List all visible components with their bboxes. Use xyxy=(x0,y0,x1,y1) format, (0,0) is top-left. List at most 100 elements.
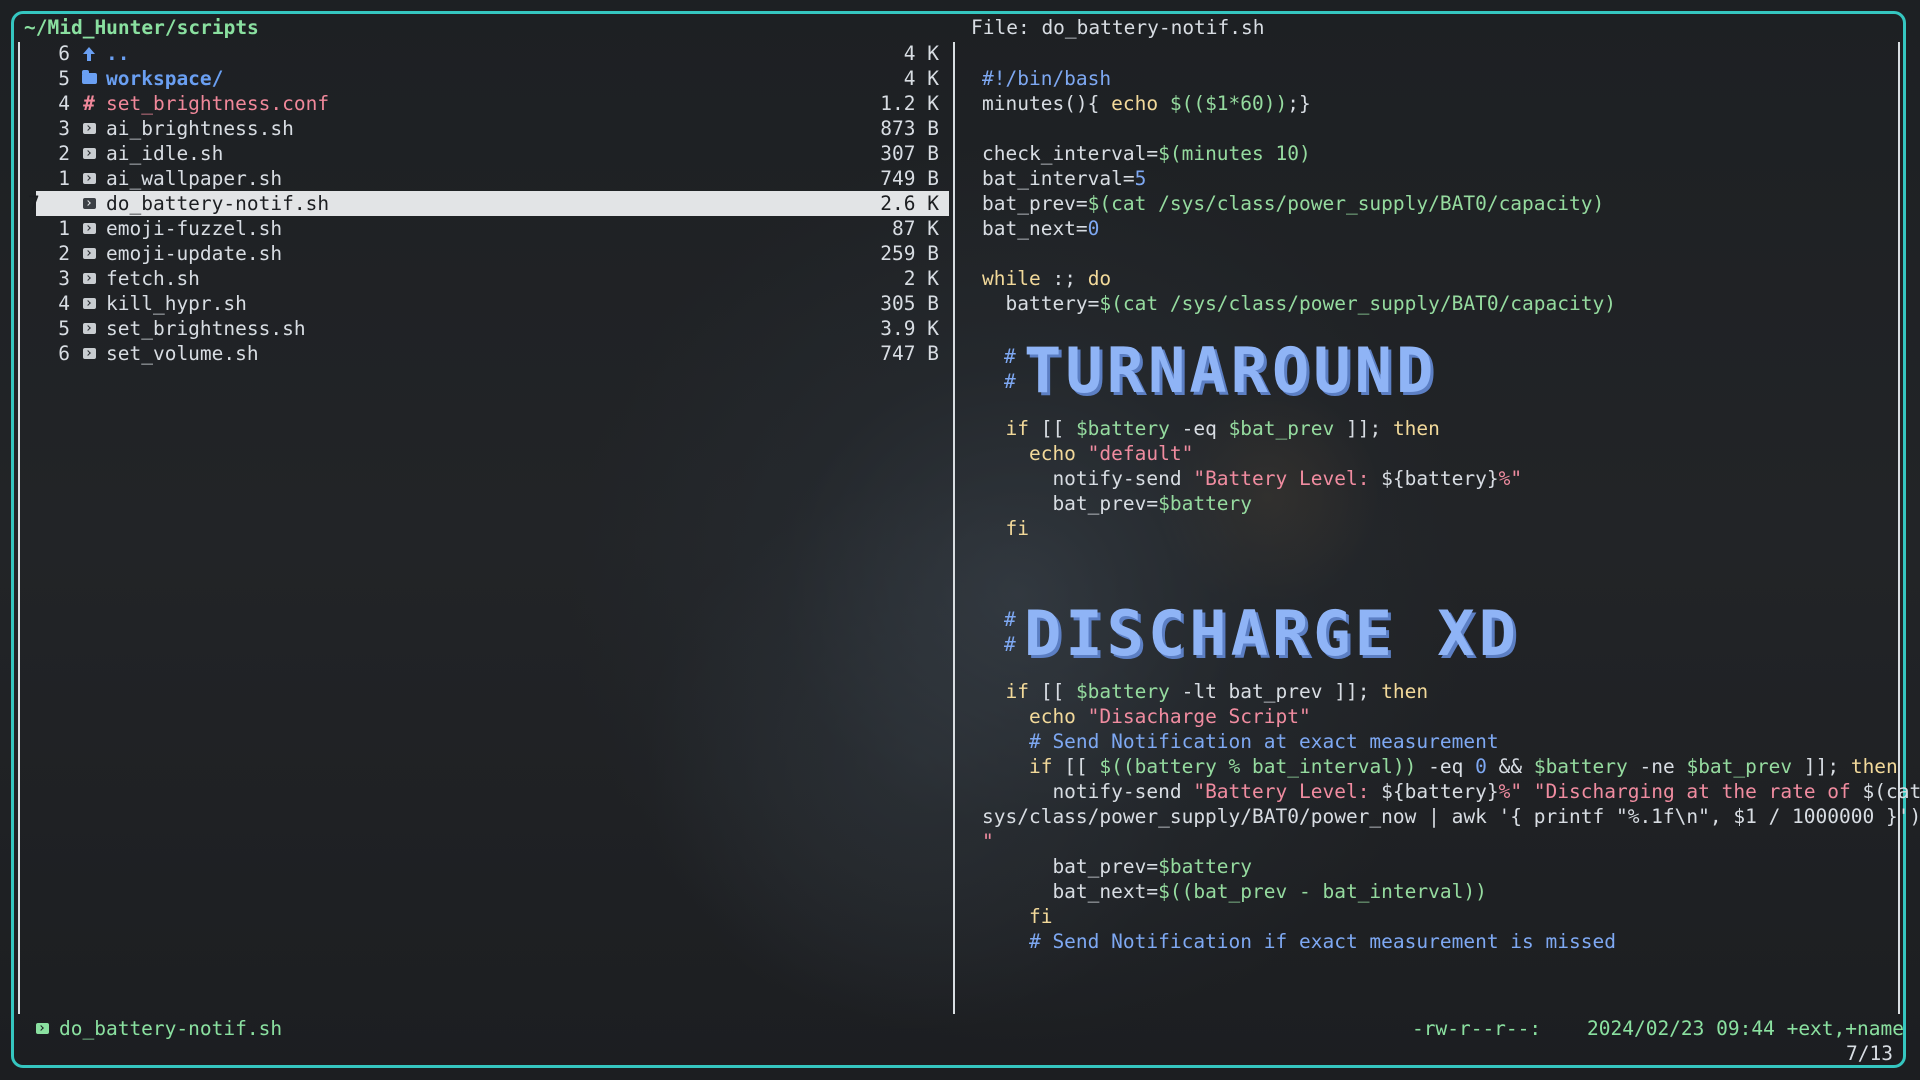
script-icon xyxy=(78,223,100,234)
code-token: $battery xyxy=(1075,417,1170,440)
relative-line-number: 4 xyxy=(58,292,70,315)
file-name: emoji-update.sh xyxy=(106,242,283,265)
file-row[interactable]: 6.. 4 K xyxy=(36,41,949,66)
file-name: kill_hypr.sh xyxy=(106,292,247,315)
code-token: fi xyxy=(982,905,1053,928)
file-row[interactable]: 4 # set_brightness.conf 1.2 K xyxy=(36,91,949,116)
code-line: notify-send "Battery Level: ${battery}%" xyxy=(982,466,1887,491)
arrow-up-icon xyxy=(78,46,100,62)
relative-line-number: 6 xyxy=(58,342,70,365)
file-row[interactable]: 6 set_volume.sh 747 B xyxy=(36,341,949,366)
ascii-banner-comment: # # DISCHARGE XD xyxy=(982,601,1887,667)
code-token: :; xyxy=(1052,267,1088,290)
code-token: ${battery} xyxy=(1381,467,1499,490)
code-token: %" xyxy=(1498,467,1523,490)
code-token: $battery xyxy=(1158,855,1253,878)
code-line: bat_interval=5 xyxy=(982,166,1887,191)
code-token: echo xyxy=(982,442,1088,465)
file-row[interactable]: 1 ai_wallpaper.sh 749 B xyxy=(36,166,949,191)
file-row[interactable]: 5 set_brightness.sh 3.9 K xyxy=(36,316,949,341)
script-icon xyxy=(78,298,100,309)
file-row[interactable]: 3 ai_brightness.sh 873 B xyxy=(36,116,949,141)
code-line: bat_next=0 xyxy=(982,216,1887,241)
folder-icon xyxy=(78,70,100,84)
code-token: then xyxy=(1392,417,1440,440)
code-token: $(cat / xyxy=(1862,780,1920,803)
script-icon xyxy=(36,1023,49,1034)
relative-line-number: 2 xyxy=(58,242,70,265)
code-token: "default" xyxy=(1087,442,1194,465)
current-directory-path: ~/Mid_Hunter/scripts xyxy=(24,16,259,39)
file-row[interactable]: 2 ai_idle.sh 307 B xyxy=(36,141,949,166)
code-token: $(($1*60)) xyxy=(1169,92,1288,115)
code-token: $((battery % bat_interval)) xyxy=(1099,755,1417,778)
ascii-banner-comment: # # TURNAROUND xyxy=(982,338,1887,404)
code-token: -eq xyxy=(1169,417,1229,440)
script-icon xyxy=(78,323,100,334)
file-name: do_battery-notif.sh xyxy=(106,192,330,215)
code-line: fi xyxy=(982,516,1887,541)
code-line: if [[ $battery -lt bat_prev ]]; then xyxy=(982,679,1887,704)
file-size: 749 B xyxy=(880,167,939,190)
code-token: $battery xyxy=(1158,492,1253,515)
script-icon xyxy=(78,273,100,284)
code-line: battery=$(cat /sys/class/power_supply/BA… xyxy=(982,291,1887,316)
file-row[interactable]: 5 workspace/4 K xyxy=(36,66,949,91)
file-name: set_brightness.sh xyxy=(106,317,306,340)
code-token: bat_next= xyxy=(982,217,1088,240)
code-token: "Disacharge Script" xyxy=(1087,705,1311,728)
code-token: $(cat /sys/class/power_supply/BAT0/capac… xyxy=(1087,192,1605,215)
banner-comment-hashes: # # xyxy=(1004,344,1016,394)
relative-line-number: 6 xyxy=(58,42,70,65)
file-size: 307 B xyxy=(880,142,939,165)
file-row[interactable]: 2 emoji-update.sh 259 B xyxy=(36,241,949,266)
code-token: do xyxy=(1087,267,1112,290)
banner-text: DISCHARGE XD xyxy=(1024,597,1520,670)
file-size: 3.9 K xyxy=(880,317,939,340)
status-position: 7/13 xyxy=(1846,1042,1893,1065)
code-line: while :; do xyxy=(982,266,1887,291)
code-token: # Send Notification at exact measurement xyxy=(982,730,1499,753)
file-size: 87 K xyxy=(892,217,939,240)
code-token: 0 xyxy=(1087,217,1100,240)
code-token: ]]; xyxy=(1792,755,1851,778)
comment-hash: # xyxy=(1004,370,1016,393)
code-token: [[ xyxy=(1040,417,1076,440)
code-token: -ne xyxy=(1627,755,1687,778)
relative-line-number: 2 xyxy=(58,142,70,165)
code-token: notify-send xyxy=(982,467,1194,490)
code-token: bat_prev= xyxy=(982,855,1159,878)
banner-comment-hashes: # # xyxy=(1004,607,1016,657)
code-token: notify-send xyxy=(982,780,1194,803)
code-token: minutes(){ xyxy=(982,92,1112,115)
status-datetime: 2024/02/23 09:44 +ext,+name xyxy=(1587,1017,1904,1040)
hash-icon: # xyxy=(83,92,95,115)
file-row[interactable]: 3 fetch.sh 2 K xyxy=(36,266,949,291)
code-token: $(cat /sys/class/power_supply/BAT0/capac… xyxy=(1099,292,1616,315)
file-size: 747 B xyxy=(880,342,939,365)
code-token: " xyxy=(982,830,994,853)
file-row[interactable]: 7 do_battery-notif.sh 2.6 K xyxy=(28,191,949,216)
code-token: while xyxy=(982,267,1053,290)
file-preview[interactable]: #!/bin/bash minutes(){ echo $(($1*60));} c… xyxy=(982,66,1920,954)
file-list[interactable]: 6.. 4 K 5 workspace/4 K 4 # set_brightness.con… xyxy=(28,41,949,366)
code-token: "Battery Level: xyxy=(1193,780,1382,803)
file-name: fetch.sh xyxy=(106,267,200,290)
left-border-line xyxy=(18,42,20,1014)
code-token: "Battery Level: xyxy=(1193,467,1382,490)
file-name: workspace/ xyxy=(106,67,224,90)
script-icon xyxy=(78,348,100,359)
file-row[interactable]: 4 kill_hypr.sh 305 B xyxy=(36,291,949,316)
file-row[interactable]: 1 emoji-fuzzel.sh 87 K xyxy=(36,216,949,241)
comment-hash: # xyxy=(1004,345,1016,368)
code-line: notify-send "Battery Level: ${battery}%"… xyxy=(982,779,1920,804)
code-token: %" "Discharging at the rate of xyxy=(1498,780,1863,803)
code-line: bat_prev=$battery xyxy=(982,854,1887,879)
code-token: if xyxy=(982,680,1041,703)
preview-header: File: do_battery-notif.sh xyxy=(971,16,1265,39)
comment-hash: # xyxy=(1004,608,1016,631)
code-line: # Send Notification if exact measurement… xyxy=(982,929,1887,954)
code-token: -lt bat_prev ]]; xyxy=(1169,680,1382,703)
